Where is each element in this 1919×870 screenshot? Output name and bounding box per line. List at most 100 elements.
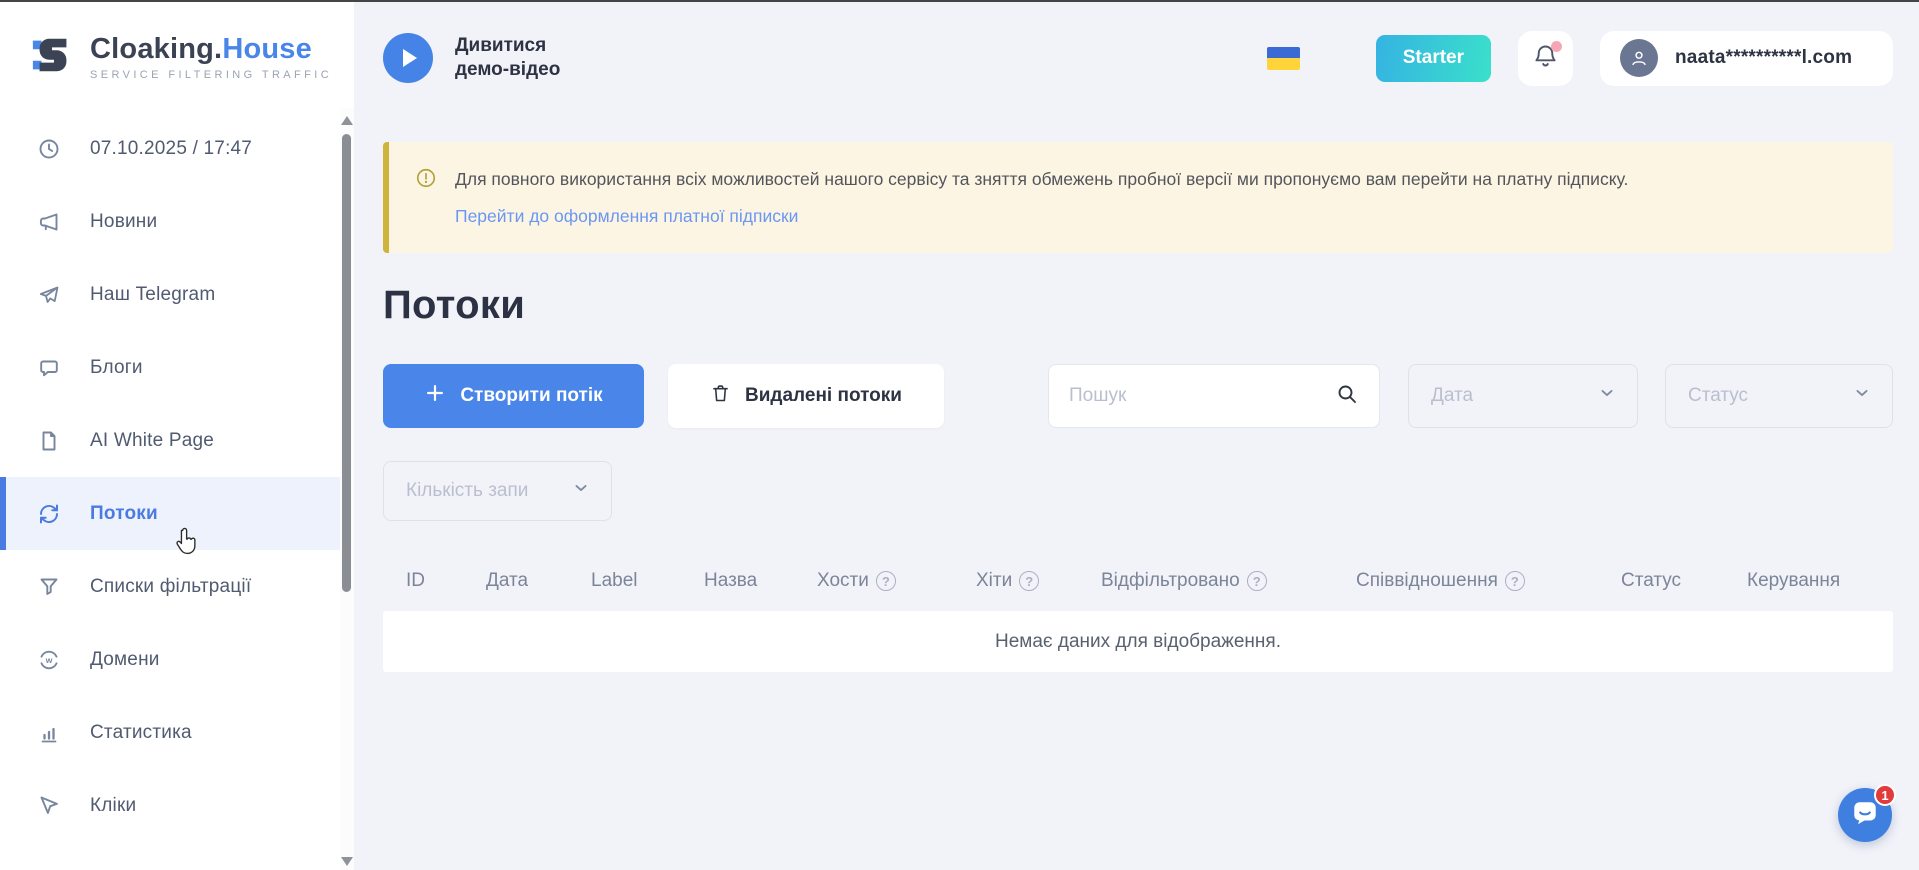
- sidebar-item-clicks[interactable]: Кліки: [0, 769, 340, 842]
- user-avatar-icon: [1620, 39, 1658, 77]
- demo-video-label: Дивитися демо-відео: [455, 34, 587, 82]
- search-input[interactable]: [1069, 385, 1335, 407]
- sidebar-item-label: Новини: [90, 211, 157, 233]
- user-email: naata**********l.com: [1675, 47, 1852, 69]
- sidebar-scrollbar[interactable]: [340, 108, 354, 870]
- sidebar-item-statistics[interactable]: Статистика: [0, 696, 340, 769]
- per-page-dropdown[interactable]: Кількість запи: [383, 461, 612, 521]
- chat-bubble-icon: [1850, 798, 1880, 833]
- plus-icon: [424, 382, 446, 410]
- sidebar: Cloaking.House SERVICE FILTERING TRAFFIC…: [0, 2, 354, 870]
- plan-badge-button[interactable]: Starter: [1376, 35, 1491, 82]
- chevron-down-icon: [1852, 383, 1872, 409]
- toolbar: Створити потік Видалені потоки Дата: [383, 364, 1893, 428]
- bar-chart-icon: [36, 721, 62, 745]
- sidebar-item-filter-lists[interactable]: Списки фільтрації: [0, 550, 340, 623]
- brand-tagline: SERVICE FILTERING TRAFFIC: [90, 69, 332, 81]
- status-filter-label: Статус: [1688, 385, 1748, 407]
- deleted-flows-label: Видалені потоки: [745, 385, 902, 407]
- status-filter-dropdown[interactable]: Статус: [1665, 364, 1893, 428]
- trial-warning-banner: Для повного використання всіх можливосте…: [383, 142, 1893, 253]
- chat-bubble-icon: [36, 356, 62, 380]
- sidebar-item-blogs[interactable]: Блоги: [0, 331, 340, 404]
- table-header-row: ID Дата Label Назва Хости? Хіти? Відфіль…: [383, 551, 1893, 611]
- sidebar-item-label: Кліки: [90, 795, 136, 817]
- column-header-ratio: Співвідношення?: [1356, 570, 1621, 592]
- search-field: [1048, 364, 1380, 428]
- sidebar-item-news[interactable]: Новини: [0, 185, 340, 258]
- column-header-controls: Керування: [1747, 570, 1893, 592]
- svg-text:w: w: [45, 655, 53, 665]
- banner-message: Для повного використання всіх можливосте…: [455, 166, 1863, 192]
- sidebar-item-ai-white-page[interactable]: AI White Page: [0, 404, 340, 477]
- funnel-icon: [36, 575, 62, 599]
- brand-name: Cloaking.House SERVICE FILTERING TRAFFIC: [90, 34, 332, 80]
- column-header-status: Статус: [1621, 570, 1747, 592]
- notifications-button[interactable]: [1518, 31, 1573, 86]
- create-flow-label: Створити потік: [460, 385, 602, 407]
- column-header-hits: Хіти?: [976, 570, 1101, 592]
- megaphone-icon: [36, 210, 62, 234]
- play-icon: [383, 33, 433, 83]
- help-icon[interactable]: ?: [876, 571, 896, 591]
- warning-circle-icon: [415, 167, 437, 194]
- help-icon[interactable]: ?: [1505, 571, 1525, 591]
- main-area: Дивитися демо-відео Starter naata*******…: [354, 2, 1919, 870]
- sidebar-item-label: Блоги: [90, 357, 143, 379]
- per-page-label: Кількість запи: [406, 480, 528, 502]
- sidebar-item-label: 07.10.2025 / 17:47: [90, 138, 252, 160]
- help-icon[interactable]: ?: [1247, 571, 1267, 591]
- column-header-label: Label: [591, 570, 704, 592]
- table-empty-state: Немає даних для відображення.: [383, 611, 1893, 672]
- content: Потоки Створити потік Видалені потоки: [354, 283, 1919, 672]
- upgrade-subscription-link[interactable]: Перейти до оформлення платної підписки: [455, 206, 798, 227]
- page-icon: [36, 429, 62, 453]
- create-flow-button[interactable]: Створити потік: [383, 364, 644, 428]
- cursor-arrow-icon: [36, 794, 62, 818]
- deleted-flows-button[interactable]: Видалені потоки: [668, 364, 944, 428]
- brand-name-accent: House: [222, 33, 312, 65]
- column-header-filtered: Відфільтровано?: [1101, 570, 1356, 592]
- sidebar-item-label: Домени: [90, 649, 160, 671]
- help-icon[interactable]: ?: [1019, 571, 1039, 591]
- sidebar-nav: 07.10.2025 / 17:47 Новини Наш Telegram Б…: [0, 112, 340, 842]
- sidebar-item-label: Наш Telegram: [90, 284, 215, 306]
- sidebar-item-date[interactable]: 07.10.2025 / 17:47: [0, 112, 340, 185]
- column-header-id: ID: [406, 570, 486, 592]
- domain-globe-icon: w: [36, 648, 62, 672]
- telegram-icon: [36, 283, 62, 307]
- date-filter-label: Дата: [1431, 385, 1473, 407]
- sidebar-item-telegram[interactable]: Наш Telegram: [0, 258, 340, 331]
- sidebar-item-label: Списки фільтрації: [90, 576, 251, 598]
- secondary-filters: Кількість запи: [383, 461, 1893, 521]
- column-header-name: Назва: [704, 570, 817, 592]
- demo-video-button[interactable]: Дивитися демо-відео: [383, 33, 587, 83]
- brand-logo[interactable]: Cloaking.House SERVICE FILTERING TRAFFIC: [0, 2, 354, 83]
- sync-arrows-icon: [36, 502, 62, 526]
- chevron-down-icon: [1597, 383, 1617, 409]
- date-filter-dropdown[interactable]: Дата: [1408, 364, 1638, 428]
- scrollbar-thumb[interactable]: [342, 134, 351, 592]
- scroll-up-arrow[interactable]: [341, 116, 353, 125]
- page-title: Потоки: [383, 283, 1893, 328]
- brand-name-dark: Cloaking.: [90, 33, 222, 65]
- sidebar-item-label: Статистика: [90, 722, 192, 744]
- topbar: Дивитися демо-відео Starter naata*******…: [354, 2, 1919, 114]
- column-header-date: Дата: [486, 570, 591, 592]
- chat-launcher-button[interactable]: 1: [1838, 788, 1892, 842]
- trash-icon: [710, 383, 731, 410]
- chevron-down-icon: [571, 478, 591, 504]
- chat-unread-badge: 1: [1874, 784, 1896, 806]
- sidebar-item-domains[interactable]: w Домени: [0, 623, 340, 696]
- app-window: Cloaking.House SERVICE FILTERING TRAFFIC…: [0, 0, 1919, 870]
- scroll-down-arrow[interactable]: [341, 857, 353, 866]
- user-account-button[interactable]: naata**********l.com: [1600, 31, 1893, 86]
- language-flag-ukraine[interactable]: [1267, 47, 1300, 70]
- empty-state-text: Немає даних для відображення.: [995, 631, 1281, 653]
- sidebar-item-label: AI White Page: [90, 430, 214, 452]
- sidebar-item-flows[interactable]: Потоки: [0, 477, 340, 550]
- clock-icon: [36, 137, 62, 161]
- notification-dot: [1551, 41, 1562, 52]
- column-header-hosts: Хости?: [817, 570, 976, 592]
- search-icon[interactable]: [1335, 382, 1359, 411]
